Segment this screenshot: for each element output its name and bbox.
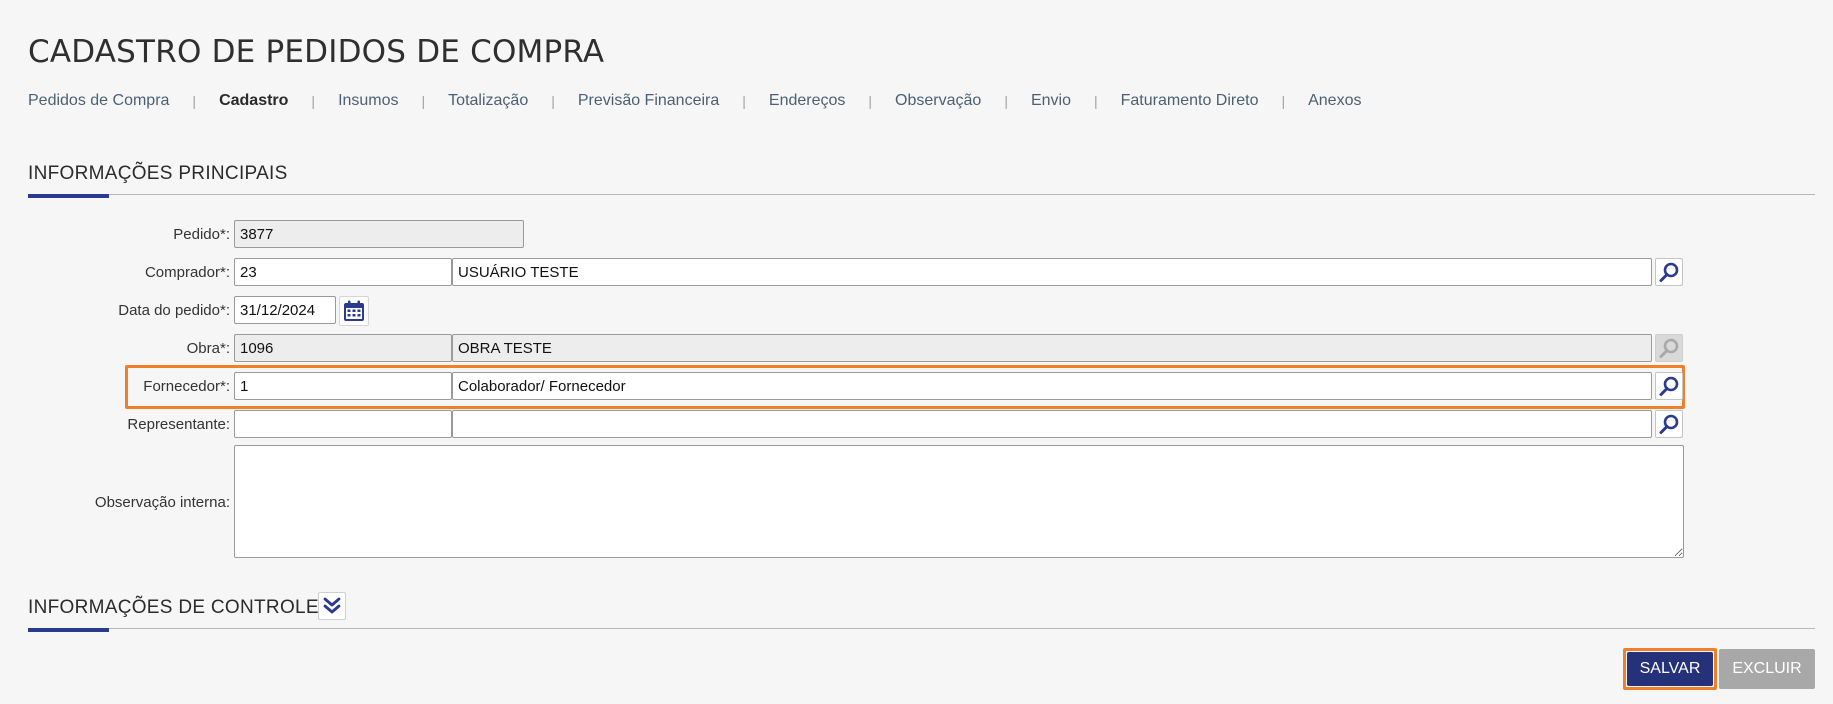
search-icon [1659,414,1679,434]
fornecedor-name-input[interactable] [452,372,1652,400]
pedido-label: Pedido*: [173,226,230,243]
representante-name-input[interactable] [452,410,1652,438]
fornecedor-label: Fornecedor*: [143,378,230,395]
representante-code-input[interactable] [234,410,452,438]
calendar-icon [344,300,364,321]
search-icon [1659,338,1679,358]
fornecedor-search-button[interactable] [1655,372,1683,400]
tab-separator: | [311,93,316,109]
comprador-code-input[interactable] [234,258,452,286]
search-icon [1659,262,1679,282]
tab-separator: | [421,93,426,109]
tab-separator: | [868,93,873,109]
tab-faturamento-direto[interactable]: Faturamento Direto [1121,92,1259,110]
tab-anexos[interactable]: Anexos [1308,92,1361,110]
section-divider [28,628,1815,629]
comprador-search-button[interactable] [1655,258,1683,286]
tab-separator: | [1093,93,1098,109]
comprador-label: Comprador*: [144,264,230,281]
chevron-double-down-icon [323,597,341,614]
tab-cadastro[interactable]: Cadastro [219,92,288,110]
tab-separator: | [742,93,746,109]
pedido-field [234,220,524,248]
obra-search-button [1655,334,1683,362]
tab-envio[interactable]: Envio [1031,92,1071,110]
search-icon [1659,376,1679,396]
data-pedido-label: Data do pedido*: [118,302,230,319]
section-divider [28,194,1815,195]
section-title-control-info: INFORMAÇÕES DE CONTROLE [28,597,319,618]
obra-code-field [234,334,452,362]
observacao-interna-label: Observação interna: [94,494,230,511]
data-pedido-input[interactable] [234,296,336,324]
tab-separator: | [192,93,197,109]
save-button[interactable]: SALVAR [1627,652,1713,686]
delete-button[interactable]: EXCLUIR [1719,649,1815,689]
section-accent-bar [28,194,109,198]
tab-observacao[interactable]: Observação [895,92,981,110]
tab-pedidos-de-compra[interactable]: Pedidos de Compra [28,92,169,110]
representante-label: Representante: [127,416,230,433]
page-title: CADASTRO DE PEDIDOS DE COMPRA [28,34,605,70]
tab-previsao-financeira[interactable]: Previsão Financeira [578,92,719,110]
tab-totalizacao[interactable]: Totalização [448,92,528,110]
observacao-interna-textarea[interactable] [234,445,1684,558]
tab-separator: | [551,93,555,109]
comprador-name-input[interactable] [452,258,1652,286]
tab-insumos[interactable]: Insumos [338,92,398,110]
obra-name-field [452,334,1652,362]
obra-label: Obra*: [186,340,230,357]
representante-search-button[interactable] [1655,410,1683,438]
section-title-main-info: INFORMAÇÕES PRINCIPAIS [28,163,288,184]
tab-enderecos[interactable]: Endereços [769,92,846,110]
tab-separator: | [1281,93,1286,109]
section-accent-bar [28,628,109,632]
expand-control-button[interactable] [318,592,346,620]
tab-bar: Pedidos de Compra | Cadastro | Insumos |… [28,92,1361,110]
calendar-button[interactable] [339,296,369,326]
fornecedor-code-input[interactable] [234,372,452,400]
tab-separator: | [1004,93,1008,109]
